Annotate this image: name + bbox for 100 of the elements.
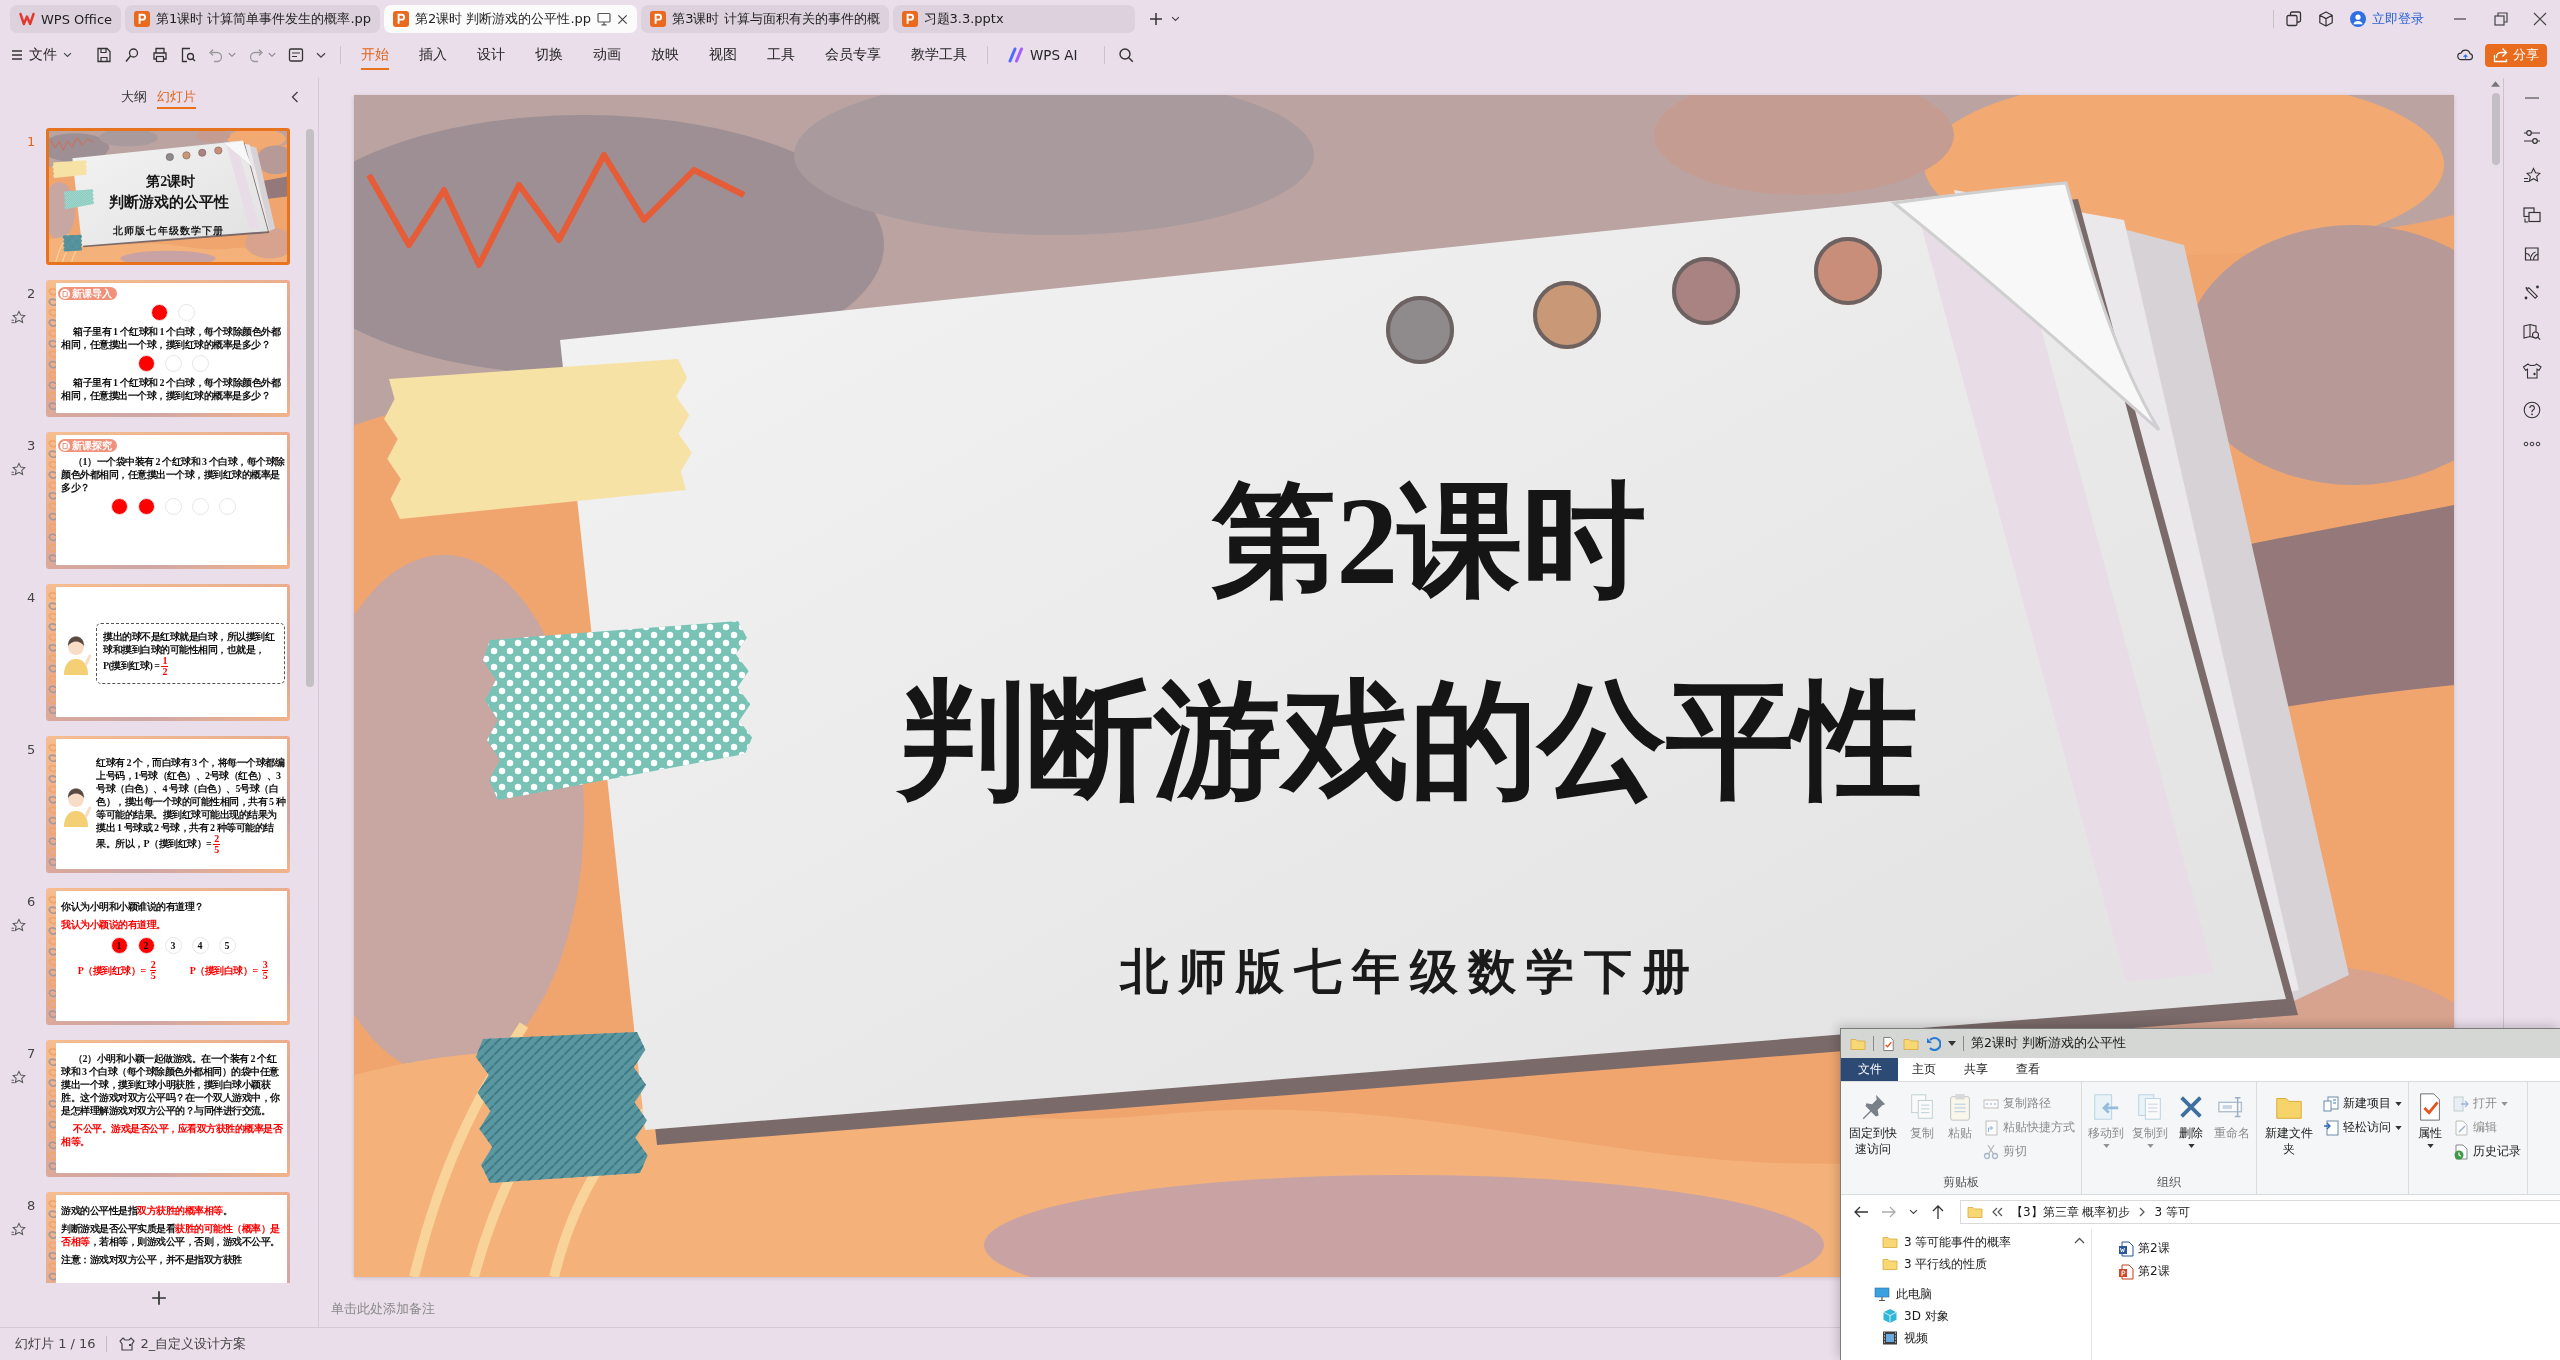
- double-chevron-icon: [1991, 1206, 2003, 1218]
- caret-down-icon[interactable]: [1170, 16, 1180, 22]
- ribbon-tab[interactable]: 工具: [767, 40, 795, 70]
- close-icon[interactable]: [2533, 12, 2547, 26]
- paragraph-text: 箱子里有 1 个红球和 2 个白球，每个球除颜色外都相同，任意摸出一个球，摸到红球的概率是多少？: [61, 376, 282, 402]
- slide-number: 7: [27, 1046, 36, 1062]
- nav-item[interactable]: 3 等可能事件的概率: [1841, 1231, 2091, 1253]
- nav-item[interactable]: 3D 对象: [1841, 1305, 2091, 1327]
- printer-icon[interactable]: [152, 47, 168, 63]
- picture-icon[interactable]: [2523, 245, 2541, 263]
- more-icon[interactable]: [2523, 440, 2541, 448]
- ribbon-tab[interactable]: 切换: [535, 40, 563, 70]
- ribbon-tab[interactable]: 动画: [593, 40, 621, 70]
- shortcut-icon: [1983, 1119, 1999, 1136]
- monitor-icon: [597, 12, 612, 26]
- scroll-up-icon[interactable]: [2074, 1237, 2085, 1244]
- form-icon[interactable]: [288, 47, 304, 63]
- home-tab[interactable]: WPS Office: [10, 5, 122, 33]
- ribbon-tab[interactable]: 查看: [2002, 1058, 2054, 1081]
- close-icon[interactable]: [617, 13, 629, 25]
- group-label: 剪贴板: [1942, 1174, 1980, 1191]
- ribbon-button[interactable]: 固定到快速访问: [1847, 1092, 1899, 1157]
- slide-thumbnail[interactable]: （2）小明和小颖一起做游戏。在一个装有 2 个红球和 3 个白球（每个球除颜色外都相同）的袋中任意摸出一个球，摸到红球小明获胜，摸到白球小颖获胜。这个游戏对双方公平吗？在一个双人游戏中，你是怎样理解游戏对双方公平的？与同伴进行交流。 不公平。游戏是否公平，应看双方获胜的概率是否相等。: [46, 1040, 290, 1177]
- address-bar[interactable]: 【3】第三章 概率初步 3 等可: [1960, 1200, 2560, 1224]
- slide-thumbnail[interactable]: 游戏的公平性是指双方获胜的概率相等。 判断游戏是否公平实质是看获胜的可能性（概率）是否相等，若相等，则游戏公平，否则，游戏不公平。 注意：游戏对双方公平，并不是指双方获胜: [46, 1192, 290, 1283]
- maximize-icon[interactable]: [2494, 12, 2508, 26]
- file-menu-tab[interactable]: 文件: [1841, 1058, 1898, 1081]
- undo-icon[interactable]: [1926, 1036, 1941, 1051]
- punched-hole: [1814, 237, 1882, 305]
- wps-ai-button[interactable]: WPS AI: [1008, 40, 1078, 70]
- notes-field[interactable]: 单击此处添加备注: [331, 1293, 1811, 1323]
- search-icon[interactable]: [1117, 47, 1134, 63]
- cube-icon: [1882, 1308, 1898, 1324]
- ribbon-button[interactable]: 新建项目: [2323, 1092, 2402, 1115]
- nav-item[interactable]: 此电脑: [1841, 1283, 2091, 1305]
- slides-icon[interactable]: [2523, 206, 2541, 224]
- scrollbar-thumb[interactable]: [306, 129, 314, 687]
- history-icon: [2453, 1143, 2469, 1160]
- ribbon-button[interactable]: 属性: [2415, 1092, 2445, 1148]
- collapse-panel-icon[interactable]: [291, 91, 299, 103]
- scrollbar-thumb[interactable]: [2492, 93, 2500, 165]
- ribbon-tab[interactable]: 教学工具: [911, 40, 967, 70]
- ribbon-button[interactable]: 新建文件夹: [2263, 1092, 2315, 1157]
- slide-thumbnail[interactable]: 第2课时 判断游戏的公平性 北师版七年级数学下册: [46, 128, 290, 265]
- ribbon-tab[interactable]: 主页: [1898, 1058, 1950, 1081]
- document-tab[interactable]: 第1课时 计算简单事件发生的概率.pp: [125, 5, 381, 33]
- answer-text: 我认为小颖说的有道理。: [61, 918, 167, 931]
- ribbon-tab[interactable]: 插入: [419, 40, 447, 70]
- ribbon-button[interactable]: 轻松访问: [2323, 1116, 2402, 1139]
- design-scheme-button[interactable]: 2_自定义设计方案: [118, 1335, 247, 1353]
- up-arrow-icon[interactable]: [1930, 1204, 1946, 1220]
- document-tab[interactable]: 习题3.3.pptx: [892, 5, 1135, 33]
- path-segment[interactable]: 【3】第三章 概率初步: [2011, 1203, 2131, 1221]
- ribbon-button[interactable]: 删除: [2176, 1092, 2206, 1148]
- move-to-icon: [2091, 1092, 2121, 1122]
- paragraph-text: 判断游戏是否公平实质是看获胜的可能性（概率）是否相等，若相等，则游戏公平，否则，游戏不公平。: [61, 1222, 281, 1248]
- save-icon[interactable]: [96, 47, 112, 63]
- view-tab[interactable]: 大纲: [121, 88, 147, 109]
- caret-down-icon[interactable]: [1948, 1041, 1956, 1046]
- paragraph-text: 注意：游戏对双方公平，并不是指双方获胜: [61, 1253, 243, 1266]
- scroll-up-arrow-icon[interactable]: [2491, 81, 2500, 87]
- file-item[interactable]: 第2课: [2118, 1260, 2560, 1283]
- nav-item[interactable]: 视频: [1841, 1327, 2091, 1349]
- cube-icon[interactable]: [2318, 11, 2334, 27]
- ribbon-tab[interactable]: 共享: [1950, 1058, 2002, 1081]
- document-tab[interactable]: 第2课时 判断游戏的公平性.pp: [384, 5, 638, 33]
- ribbon-tab[interactable]: 设计: [477, 40, 505, 70]
- back-arrow-icon[interactable]: [1853, 1204, 1869, 1220]
- ribbon-tab[interactable]: 会员专享: [825, 40, 881, 70]
- ribbon-tab[interactable]: 放映: [651, 40, 679, 70]
- path-segment[interactable]: 3 等可: [2154, 1203, 2190, 1221]
- magic-wand-icon[interactable]: [2523, 284, 2541, 302]
- key-icon[interactable]: [124, 47, 140, 63]
- shirt-icon[interactable]: [2522, 362, 2542, 380]
- ribbon-button[interactable]: 历史记录: [2453, 1140, 2521, 1163]
- caret-down-icon[interactable]: [316, 51, 326, 59]
- folder-icon: [1967, 1204, 1983, 1220]
- presentation-file-icon: [650, 11, 667, 27]
- window-stack-icon[interactable]: [2286, 11, 2302, 27]
- checked-document-icon[interactable]: [1881, 1035, 1896, 1052]
- book-search-icon[interactable]: [2523, 323, 2541, 341]
- section-tag-label: 新课导入: [72, 287, 112, 300]
- star-icon[interactable]: [2523, 167, 2541, 185]
- file-item[interactable]: 第2课: [2118, 1237, 2560, 1260]
- add-slide-icon[interactable]: [151, 1290, 167, 1306]
- open-icon: [2453, 1095, 2469, 1112]
- plus-icon[interactable]: [1148, 12, 1163, 26]
- sliders-icon[interactable]: [2523, 128, 2541, 146]
- slide-thumbnail[interactable]: 新课探究 （1）一个袋中装有 2 个红球和 3 个白球，每个球除颜色外都相同，任意摸出一个球，摸到红球的概率是多少？: [46, 432, 290, 569]
- help-icon[interactable]: [2523, 401, 2541, 419]
- document-tab[interactable]: 第3课时 计算与面积有关的事件的概: [641, 5, 889, 33]
- cloud-upload-icon[interactable]: [2457, 47, 2474, 63]
- nav-item[interactable]: 3 平行线的性质: [1841, 1253, 2091, 1275]
- slide-title: 第2课时: [146, 173, 196, 188]
- ribbon-tab[interactable]: 视图: [709, 40, 737, 70]
- recent-caret-icon[interactable]: [1909, 1209, 1918, 1215]
- slide-thumbnail[interactable]: 新课导入 箱子里有 1 个红球和 1 个白球，每个球除颜色外都相同，任意摸出一个球，摸到红球的概率是多少？ 箱子里有 1 个红球和 2 个白球，每个球除颜色外都相同，任意摸出一个球，摸到红球的概率是多少？: [46, 280, 290, 417]
- login-button[interactable]: 立即登录: [2350, 10, 2424, 28]
- file-menu-button[interactable]: 文件: [11, 40, 72, 70]
- print-preview-icon[interactable]: [180, 47, 196, 63]
